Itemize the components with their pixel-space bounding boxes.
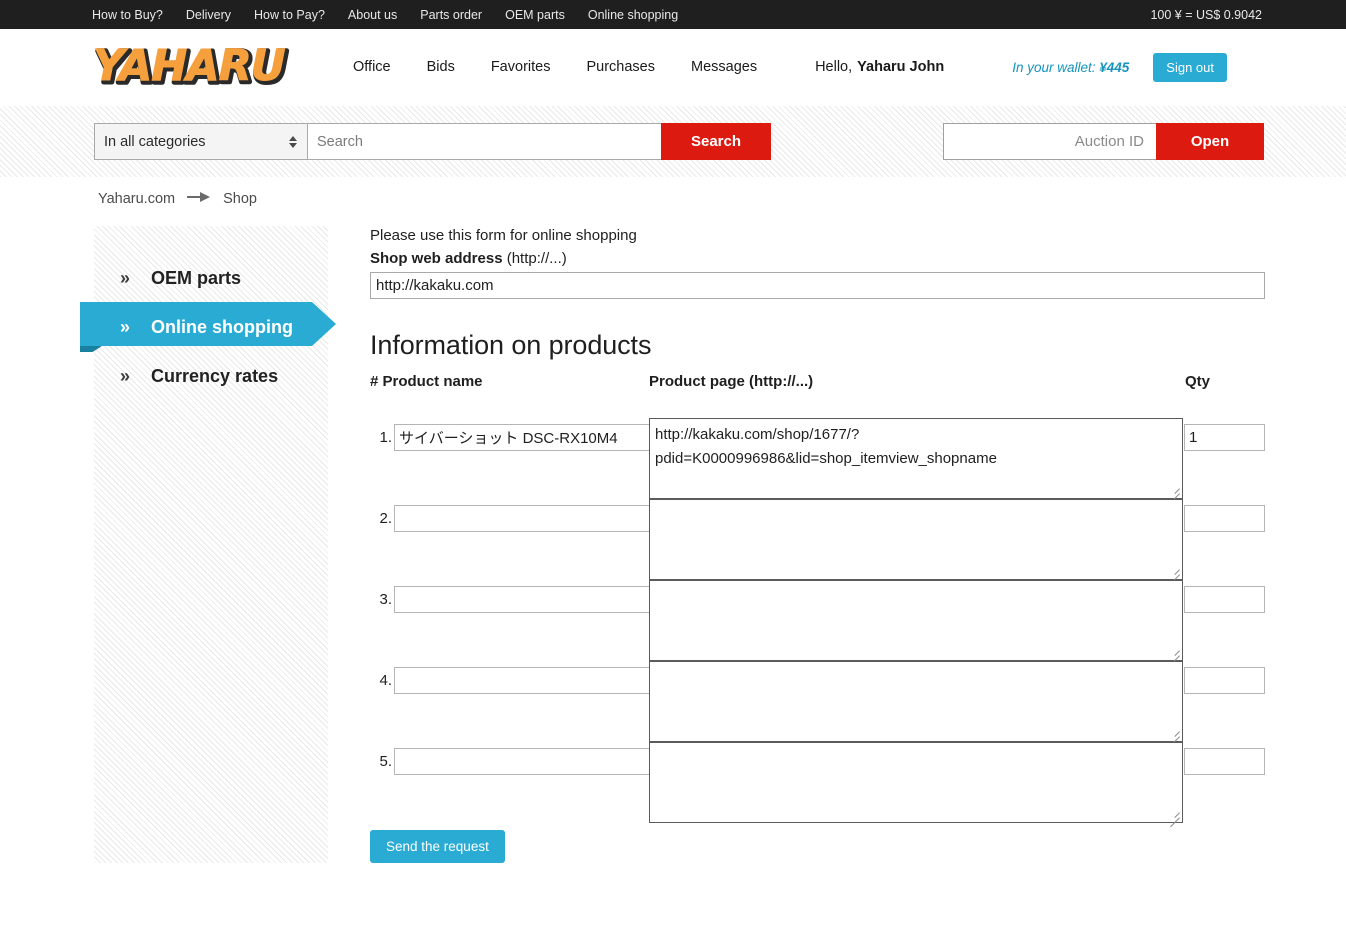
sidebar-item-label: Online shopping — [151, 316, 294, 337]
product-name-input-3[interactable] — [394, 586, 653, 613]
topbar-link-how-to-pay[interactable]: How to Pay? — [254, 8, 325, 22]
primary-nav: Office Bids Favorites Purchases Messages — [353, 59, 757, 75]
product-name-input-4[interactable] — [394, 667, 653, 694]
send-request-button[interactable]: Send the request — [370, 830, 505, 863]
search-group: In all categories Search — [94, 123, 771, 160]
sign-out-button[interactable]: Sign out — [1153, 52, 1227, 82]
breadcrumb-root-link[interactable]: Yaharu.com — [98, 191, 175, 207]
row-number: 4. — [379, 672, 392, 689]
sidebar-item-online-shopping[interactable]: » Online shopping — [80, 302, 342, 352]
exchange-rate-text: 100 ¥ = US$ 0.9042 — [1150, 7, 1262, 22]
topbar-link-online-shopping[interactable]: Online shopping — [588, 8, 678, 22]
breadcrumb: Yaharu.com Shop — [0, 177, 1346, 207]
product-page-cell-4 — [649, 661, 1183, 742]
product-page-textarea-2[interactable] — [649, 499, 1183, 580]
product-page-cell-1: http://kakaku.com/shop/1677/?pdid=K00009… — [649, 418, 1183, 499]
product-name-input-2[interactable] — [394, 505, 653, 532]
product-name-input-5[interactable] — [394, 748, 653, 775]
product-page-textarea-1[interactable]: http://kakaku.com/shop/1677/?pdid=K00009… — [649, 418, 1183, 499]
auction-id-input[interactable] — [943, 123, 1156, 160]
topbar-link-how-to-buy[interactable]: How to Buy? — [92, 8, 163, 22]
product-name-input-1[interactable] — [394, 424, 653, 451]
svg-text:YAHARU: YAHARU — [93, 41, 286, 91]
user-name: Yaharu John — [857, 59, 945, 75]
wallet-label: In your wallet: — [1012, 59, 1096, 75]
products-table-header: # Product name Product page (http://...)… — [370, 373, 1265, 393]
shopping-form: Please use this form for online shopping… — [328, 207, 1346, 863]
row-number: 5. — [379, 753, 392, 770]
sidebar-item-label: OEM parts — [151, 267, 242, 288]
sidebar-item-currency-rates[interactable]: » Currency rates — [94, 352, 328, 400]
form-intro-text: Please use this form for online shopping — [370, 227, 637, 244]
open-auction-button[interactable]: Open — [1156, 123, 1264, 160]
qty-input-5[interactable] — [1184, 748, 1265, 775]
nav-office[interactable]: Office — [353, 59, 391, 75]
page-content: » OEM parts » Currency rates » Online sh… — [0, 207, 1346, 863]
sidebar-item-oem-parts[interactable]: » OEM parts — [94, 254, 328, 302]
qty-input-1[interactable] — [1184, 424, 1265, 451]
column-header-product-name: # Product name — [370, 373, 483, 390]
utility-nav: How to Buy? Delivery How to Pay? About u… — [92, 8, 678, 22]
spinner-arrows-icon — [287, 135, 299, 148]
sidebar-active-label-group: » Online shopping — [120, 302, 293, 352]
column-header-qty: Qty — [1185, 373, 1211, 390]
product-page-textarea-5[interactable] — [649, 742, 1183, 823]
wallet-amount: ¥445 — [1099, 59, 1130, 75]
greeting-prefix: Hello, — [815, 59, 853, 75]
chevron-double-right-icon: » — [120, 365, 131, 386]
chevron-double-right-icon: » — [120, 316, 131, 337]
product-page-cell-2 — [649, 499, 1183, 580]
nav-messages[interactable]: Messages — [691, 59, 757, 75]
column-header-product-page: Product page (http://...) — [649, 373, 814, 390]
search-button[interactable]: Search — [661, 123, 771, 160]
category-select-value: In all categories — [104, 133, 206, 150]
product-page-cell-5 — [649, 742, 1183, 823]
product-page-textarea-4[interactable] — [649, 661, 1183, 742]
product-page-cell-3 — [649, 580, 1183, 661]
shop-address-label-hint: (http://...) — [506, 250, 567, 267]
products-table-body: 1. 2. 3. 4. 5. — [370, 397, 1265, 823]
nav-purchases[interactable]: Purchases — [586, 59, 655, 75]
topbar-link-delivery[interactable]: Delivery — [186, 8, 231, 22]
search-input[interactable] — [307, 123, 661, 160]
topbar-link-oem-parts[interactable]: OEM parts — [505, 8, 565, 22]
row-number: 2. — [379, 510, 392, 527]
user-greeting: Hello, Yaharu John — [815, 59, 944, 75]
search-bar-strip: In all categories Search Open — [0, 105, 1346, 177]
sidebar: » OEM parts » Currency rates » Online sh… — [80, 226, 336, 863]
shop-web-address-input[interactable] — [370, 272, 1265, 299]
topbar-link-about-us[interactable]: About us — [348, 8, 397, 22]
arrow-right-icon — [186, 191, 212, 207]
product-page-textarea-3[interactable] — [649, 580, 1183, 661]
category-select[interactable]: In all categories — [94, 123, 307, 160]
qty-input-4[interactable] — [1184, 667, 1265, 694]
shop-address-label-strong: Shop web address — [370, 250, 503, 267]
site-header: YAHARU YAHARU Office Bids Favorites Purc… — [0, 29, 1346, 105]
topbar-link-parts-order[interactable]: Parts order — [420, 8, 482, 22]
yaharu-logo[interactable]: YAHARU YAHARU — [92, 41, 297, 95]
sidebar-item-label: Currency rates — [151, 365, 279, 386]
row-number: 1. — [379, 429, 392, 446]
row-number: 3. — [379, 591, 392, 608]
nav-bids[interactable]: Bids — [427, 59, 455, 75]
page-title: Information on products — [370, 330, 652, 360]
shop-address-label: Shop web address (http://...) — [370, 250, 1265, 267]
qty-input-3[interactable] — [1184, 586, 1265, 613]
breadcrumb-current: Shop — [223, 191, 257, 207]
utility-topbar: How to Buy? Delivery How to Pay? About u… — [0, 0, 1346, 29]
product-page-textarea-stack: http://kakaku.com/shop/1677/?pdid=K00009… — [649, 418, 1183, 823]
wallet-balance[interactable]: In your wallet: ¥445 — [1012, 60, 1129, 75]
auction-lookup-group: Open — [943, 123, 1264, 160]
nav-favorites[interactable]: Favorites — [491, 59, 551, 75]
chevron-double-right-icon: » — [120, 267, 131, 288]
qty-input-2[interactable] — [1184, 505, 1265, 532]
